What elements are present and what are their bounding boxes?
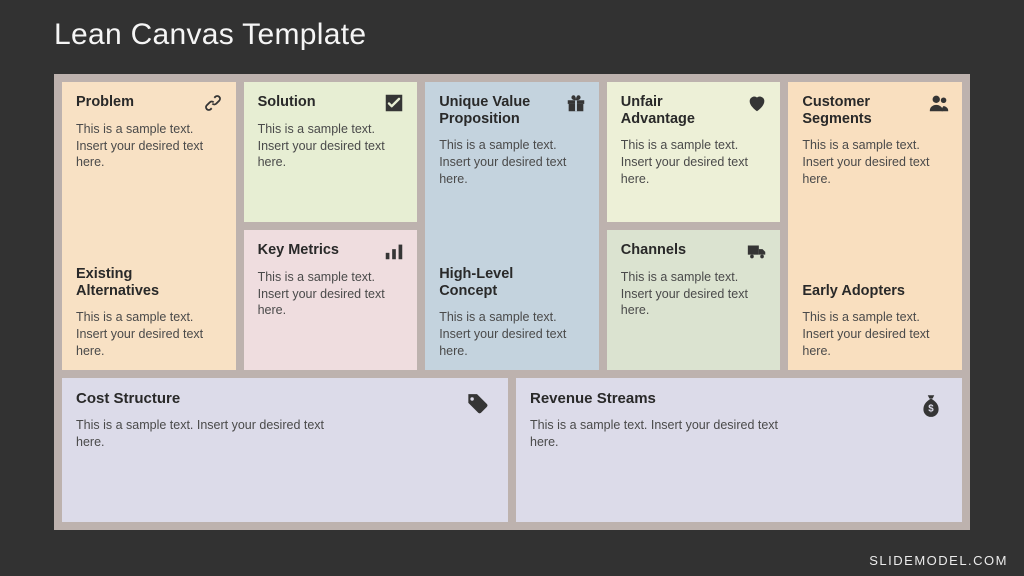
moneybag-icon: $ [918, 392, 944, 418]
cell-label: Early Adopters [802, 283, 916, 300]
heart-icon [746, 92, 768, 114]
cell-label: Channels [621, 242, 735, 259]
cell-label: Existing Alternatives [76, 266, 190, 299]
cell-label: Problem [76, 94, 190, 111]
cell-channels: Channels This is a sample text. Insert y… [607, 230, 781, 370]
cell-label: Revenue Streams [530, 390, 781, 407]
cell-body: This is a sample text. Insert your desir… [258, 269, 389, 320]
cell-label: Key Metrics [258, 242, 372, 259]
cell-label: Unique Value Proposition [439, 94, 553, 127]
page-title: Lean Canvas Template [0, 0, 1024, 52]
cell-body: This is a sample text. Insert your desir… [76, 417, 327, 451]
lean-canvas: Problem This is a sample text. Insert yo… [54, 74, 970, 530]
link-icon [202, 92, 224, 114]
cell-revenue: $ Revenue Streams This is a sample text.… [516, 378, 962, 522]
cell-body: This is a sample text. Insert your desir… [439, 137, 570, 188]
cell-label: Unfair Advantage [621, 94, 735, 127]
cell-body: This is a sample text. Insert your desir… [621, 137, 752, 188]
tag-icon [464, 392, 490, 418]
cell-body: This is a sample text. Insert your desir… [802, 309, 933, 360]
svg-text:$: $ [928, 404, 934, 415]
truck-icon [746, 240, 768, 262]
bars-icon [383, 240, 405, 262]
cell-segments: Customer Segments This is a sample text.… [788, 82, 962, 370]
cell-body: This is a sample text. Insert your desir… [439, 309, 570, 360]
footer-credit: SLIDEMODEL.COM [869, 553, 1008, 568]
cell-problem: Problem This is a sample text. Insert yo… [62, 82, 236, 370]
check-icon [383, 92, 405, 114]
cell-body: This is a sample text. Insert your desir… [802, 137, 933, 188]
cell-body: This is a sample text. Insert your desir… [258, 121, 389, 172]
cell-label: Solution [258, 94, 372, 111]
cell-cost: Cost Structure This is a sample text. In… [62, 378, 508, 522]
cell-body: This is a sample text. Insert your desir… [621, 269, 752, 320]
cell-label: Customer Segments [802, 94, 916, 127]
cell-label: Cost Structure [76, 390, 327, 407]
cell-body: This is a sample text. Insert your desir… [76, 309, 207, 360]
cell-advantage: Unfair Advantage This is a sample text. … [607, 82, 781, 222]
cell-body: This is a sample text. Insert your desir… [530, 417, 781, 451]
cell-label: High-Level Concept [439, 266, 553, 299]
cell-uvp: Unique Value Proposition This is a sampl… [425, 82, 599, 370]
cell-body: This is a sample text. Insert your desir… [76, 121, 207, 172]
cell-metrics: Key Metrics This is a sample text. Inser… [244, 230, 418, 370]
cell-solution: Solution This is a sample text. Insert y… [244, 82, 418, 222]
gift-icon [565, 92, 587, 114]
users-icon [928, 92, 950, 114]
